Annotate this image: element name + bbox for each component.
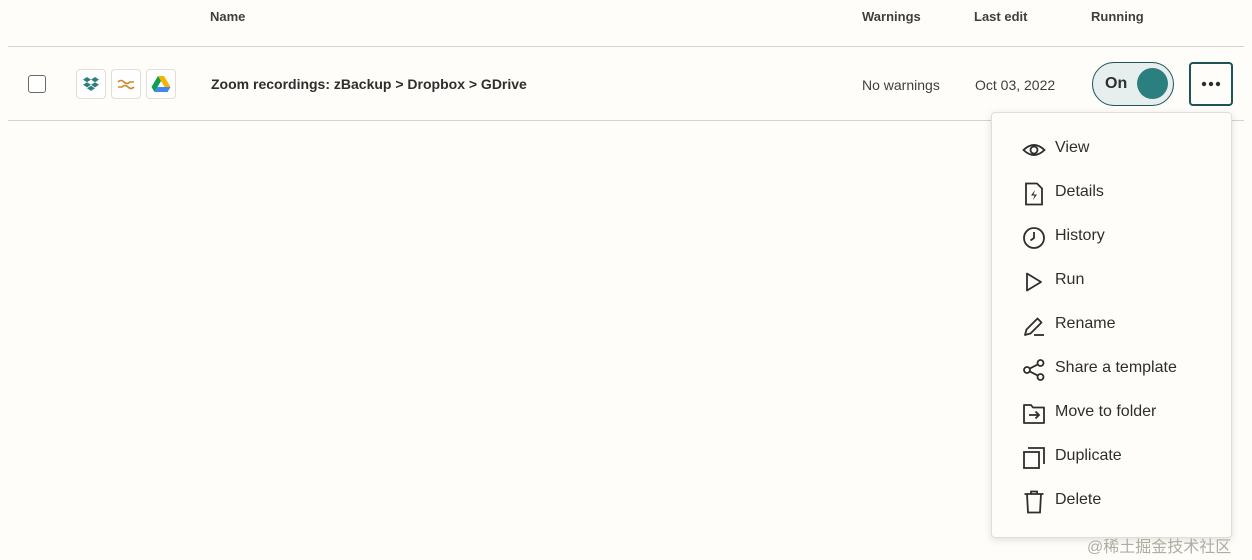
play-icon xyxy=(1026,272,1042,292)
menu-item-label: Delete xyxy=(1055,491,1102,508)
toggle-knob xyxy=(1137,68,1168,99)
table-header: Name Warnings Last edit Running xyxy=(8,0,1244,47)
menu-item-rename[interactable]: Rename xyxy=(992,303,1231,347)
trash-icon xyxy=(1024,490,1044,514)
column-header-running[interactable]: Running xyxy=(1091,9,1144,24)
zap-row[interactable]: Zoom recordings: zBackup > Dropbox > GDr… xyxy=(8,47,1244,121)
row-checkbox[interactable] xyxy=(28,75,46,93)
menu-item-label: Duplicate xyxy=(1055,447,1122,464)
ellipsis-icon xyxy=(1201,81,1221,87)
column-header-warnings[interactable]: Warnings xyxy=(862,9,921,24)
menu-item-label: History xyxy=(1055,227,1105,244)
google-drive-icon xyxy=(146,69,176,99)
menu-item-label: Share a template xyxy=(1055,359,1177,376)
file-lightning-icon xyxy=(1025,182,1043,206)
move-to-folder-icon xyxy=(1023,404,1045,424)
more-actions-button[interactable] xyxy=(1189,62,1233,106)
zap-name[interactable]: Zoom recordings: zBackup > Dropbox > GDr… xyxy=(211,76,527,92)
menu-item-run[interactable]: Run xyxy=(992,259,1231,303)
dropbox-icon xyxy=(76,69,106,99)
menu-item-label: Details xyxy=(1055,183,1104,200)
menu-item-label: Move to folder xyxy=(1055,403,1157,420)
menu-item-label: Rename xyxy=(1055,315,1116,332)
share-icon xyxy=(1023,359,1045,381)
column-header-name[interactable]: Name xyxy=(210,9,245,24)
column-header-last-edit[interactable]: Last edit xyxy=(974,9,1027,24)
eye-icon xyxy=(1022,144,1046,156)
menu-item-label: Run xyxy=(1055,271,1085,288)
watermark-text: @稀土掘金技术社区 xyxy=(1087,539,1232,556)
last-edit-date: Oct 03, 2022 xyxy=(975,77,1056,93)
running-toggle[interactable]: On xyxy=(1092,62,1174,106)
warnings-status: No warnings xyxy=(862,77,940,93)
actions-menu: View Details History Run Rename Share a … xyxy=(991,112,1232,538)
formatter-icon xyxy=(111,69,141,99)
menu-item-label: View xyxy=(1055,139,1090,156)
menu-item-delete[interactable]: Delete xyxy=(992,479,1231,523)
clock-icon xyxy=(1023,227,1045,249)
duplicate-icon xyxy=(1023,447,1045,469)
menu-item-history[interactable]: History xyxy=(992,215,1231,259)
menu-item-view[interactable]: View xyxy=(992,127,1231,171)
pencil-icon xyxy=(1024,317,1044,336)
menu-item-duplicate[interactable]: Duplicate xyxy=(992,435,1231,479)
menu-item-move-to-folder[interactable]: Move to folder xyxy=(992,391,1231,435)
menu-item-details[interactable]: Details xyxy=(992,171,1231,215)
menu-item-share-template[interactable]: Share a template xyxy=(992,347,1231,391)
toggle-label: On xyxy=(1105,75,1128,92)
